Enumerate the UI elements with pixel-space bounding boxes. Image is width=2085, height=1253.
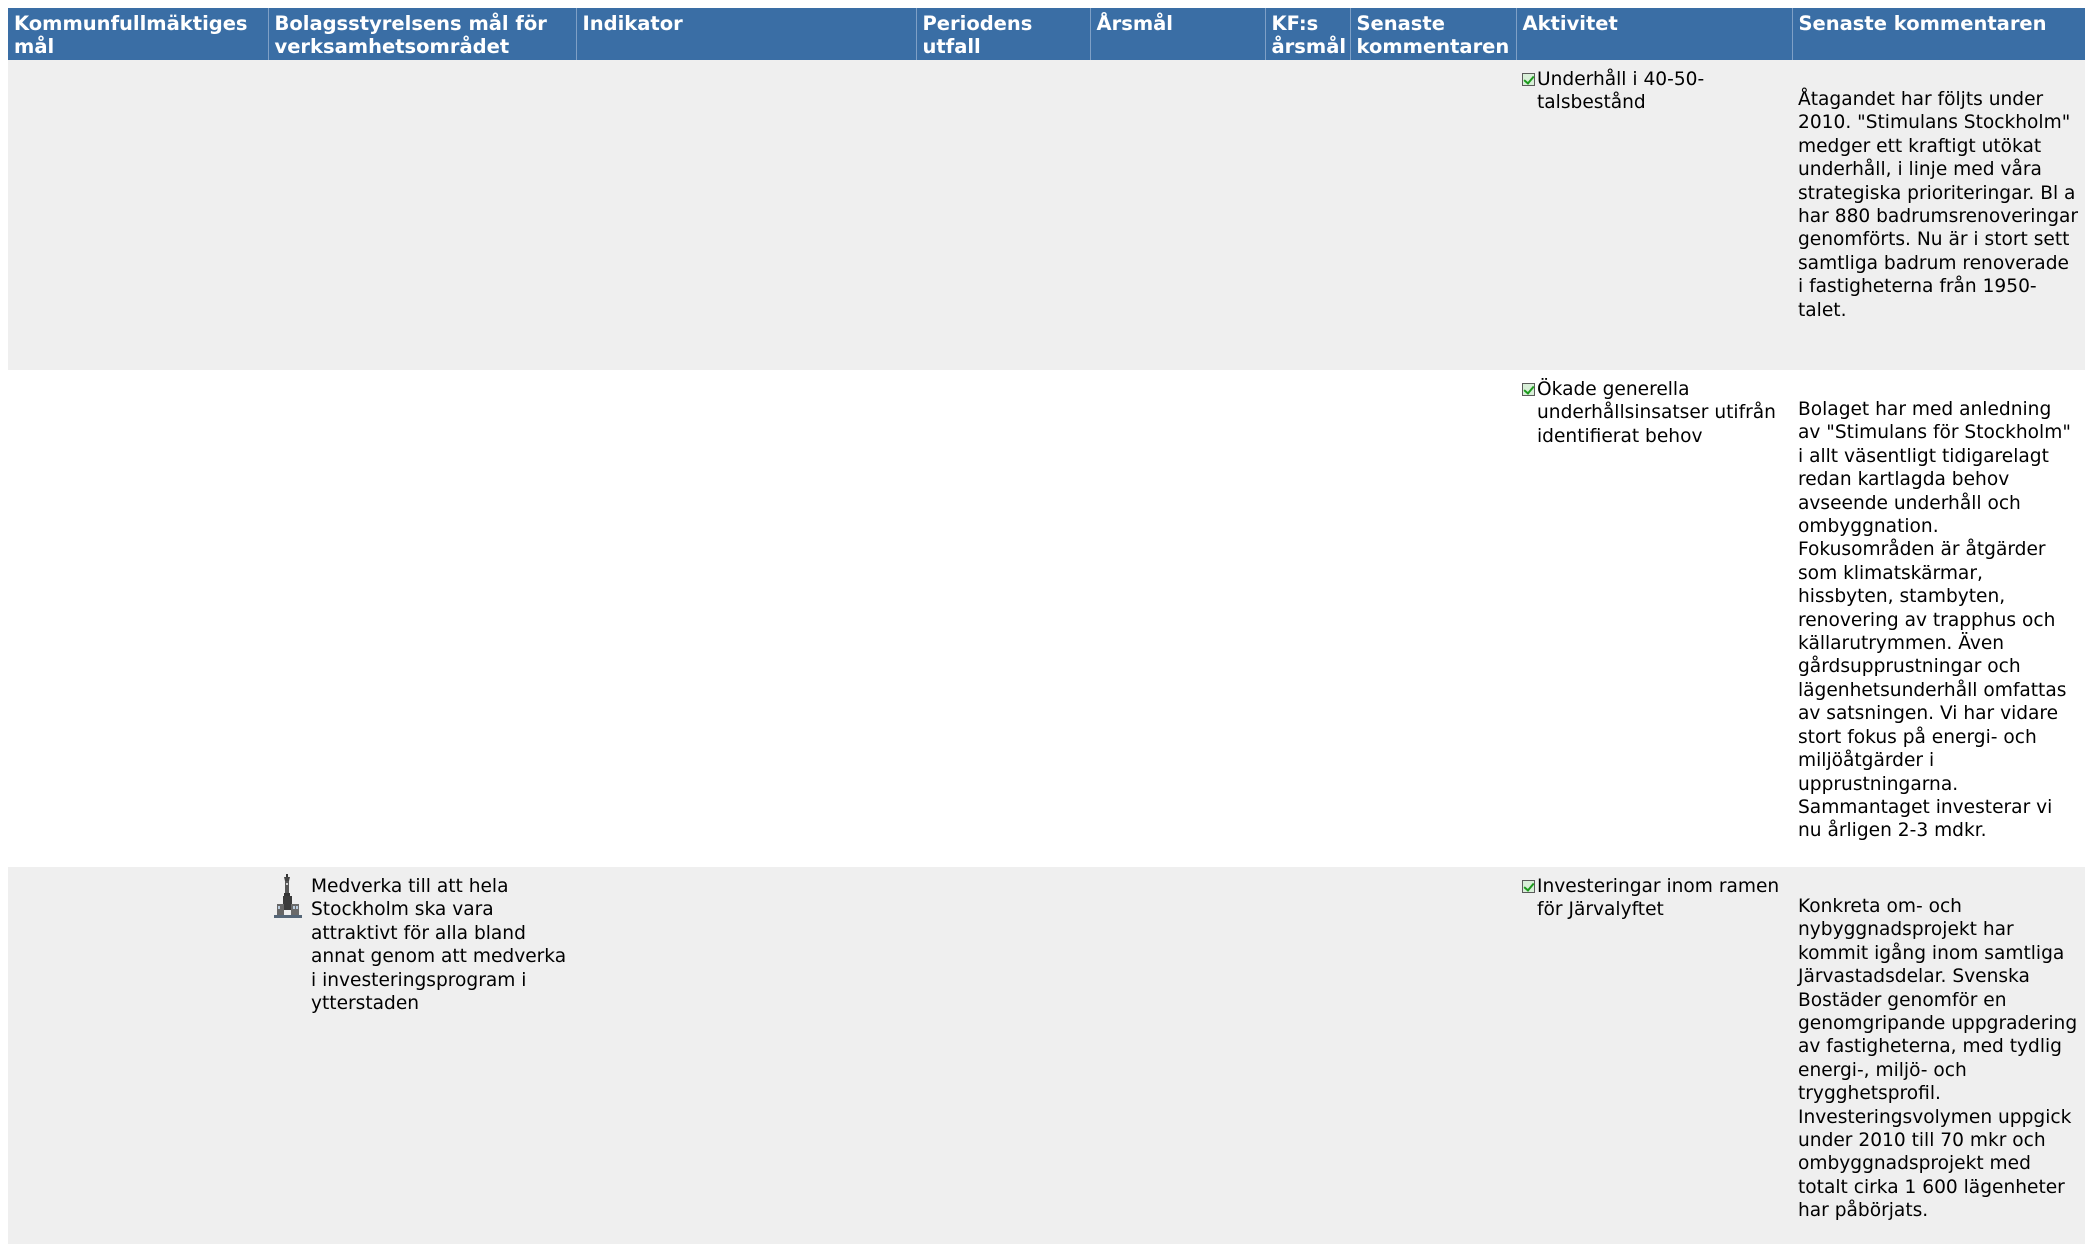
activity-label[interactable]: Ökade generella underhållsinsatser utifr… [1537, 378, 1786, 448]
activity-cell: Ökade generella underhållsinsatser utifr… [1516, 370, 1792, 867]
activity-comment-cell: Åtagandet har följts under 2010. "Stimul… [1792, 60, 2085, 370]
activity-item: Investeringar inom ramen för Järvalyftet [1522, 875, 1786, 922]
header-indicator: Indikator [576, 8, 917, 60]
header-annual-goal: Årsmål [1090, 8, 1266, 60]
kf-annual-goal-cell [1265, 867, 1350, 1244]
kf-annual-goal-cell [1265, 370, 1350, 867]
activity-comment-cell: Bolaget har med anledning av "Stimulans … [1792, 370, 2085, 867]
board-goal-text[interactable]: Medverka till att hela Stockholm ska var… [311, 875, 570, 1015]
activity-label[interactable]: Investeringar inom ramen för Järvalyftet [1537, 875, 1786, 922]
period-outcome-cell [916, 370, 1090, 867]
checkbox-checked-icon [1522, 383, 1535, 396]
activity-cell: Investeringar inom ramen för Järvalyftet [1516, 867, 1792, 1244]
checkbox-checked-icon [1522, 73, 1535, 86]
checkbox-checked-icon [1522, 880, 1535, 893]
indicator-comment-cell [1350, 867, 1516, 1244]
activity-comment: Åtagandet har följts under 2010. "Stimul… [1798, 89, 2079, 321]
header-period-outcome: Periodens utfall [916, 8, 1091, 60]
header-activity-comment: Senaste kommentaren [1792, 8, 2085, 60]
indicator-cell [576, 60, 916, 370]
indicator-comment-cell [1350, 370, 1516, 867]
indicator-cell [576, 867, 916, 1244]
board-goal-item: Medverka till att hela Stockholm ska var… [274, 874, 570, 1015]
kf-goal-cell [8, 60, 268, 370]
header-row: Kommunfullmäktiges mål Bolagsstyrelsens … [8, 8, 2085, 60]
annual-goal-cell [1090, 60, 1265, 370]
table-row: Medverka till att hela Stockholm ska var… [8, 867, 2085, 1244]
period-outcome-cell [916, 867, 1090, 1244]
table-row: Ökade generella underhållsinsatser utifr… [8, 370, 2085, 867]
activity-label[interactable]: Underhåll i 40-50-talsbestånd [1537, 68, 1786, 115]
annual-goal-cell [1090, 370, 1265, 867]
activity-comment: Konkreta om- och nybyggnadsprojekt har k… [1798, 896, 2078, 1222]
header-board-goal: Bolagsstyrelsens mål för verksamhetsområ… [268, 8, 577, 60]
indicator-cell [576, 370, 916, 867]
board-goal-cell [268, 370, 576, 867]
stockholm-city-hall-icon [274, 874, 302, 918]
activity-cell: Underhåll i 40-50-talsbestånd [1516, 60, 1792, 370]
goals-report-table: Kommunfullmäktiges mål Bolagsstyrelsens … [8, 8, 2085, 1244]
header-indicator-comment: Senaste kommentaren [1350, 8, 1517, 60]
annual-goal-cell [1090, 867, 1265, 1244]
header-kf-annual-goal: KF:s årsmål [1265, 8, 1351, 60]
header-kf-goal: Kommunfullmäktiges mål [8, 8, 269, 60]
board-goal-cell [268, 60, 576, 370]
indicator-comment-cell [1350, 60, 1516, 370]
header-activity: Aktivitet [1516, 8, 1793, 60]
board-goal-cell: Medverka till att hela Stockholm ska var… [268, 867, 576, 1244]
period-outcome-cell [916, 60, 1090, 370]
kf-annual-goal-cell [1265, 60, 1350, 370]
activity-comment: Bolaget har med anledning av "Stimulans … [1798, 399, 2071, 842]
kf-goal-cell [8, 867, 268, 1244]
activity-item: Underhåll i 40-50-talsbestånd [1522, 68, 1786, 115]
kf-goal-cell [8, 370, 268, 867]
table-row: Underhåll i 40-50-talsbestånd Åtagandet … [8, 60, 2085, 370]
activity-item: Ökade generella underhållsinsatser utifr… [1522, 378, 1786, 448]
activity-comment-cell: Konkreta om- och nybyggnadsprojekt har k… [1792, 867, 2085, 1244]
